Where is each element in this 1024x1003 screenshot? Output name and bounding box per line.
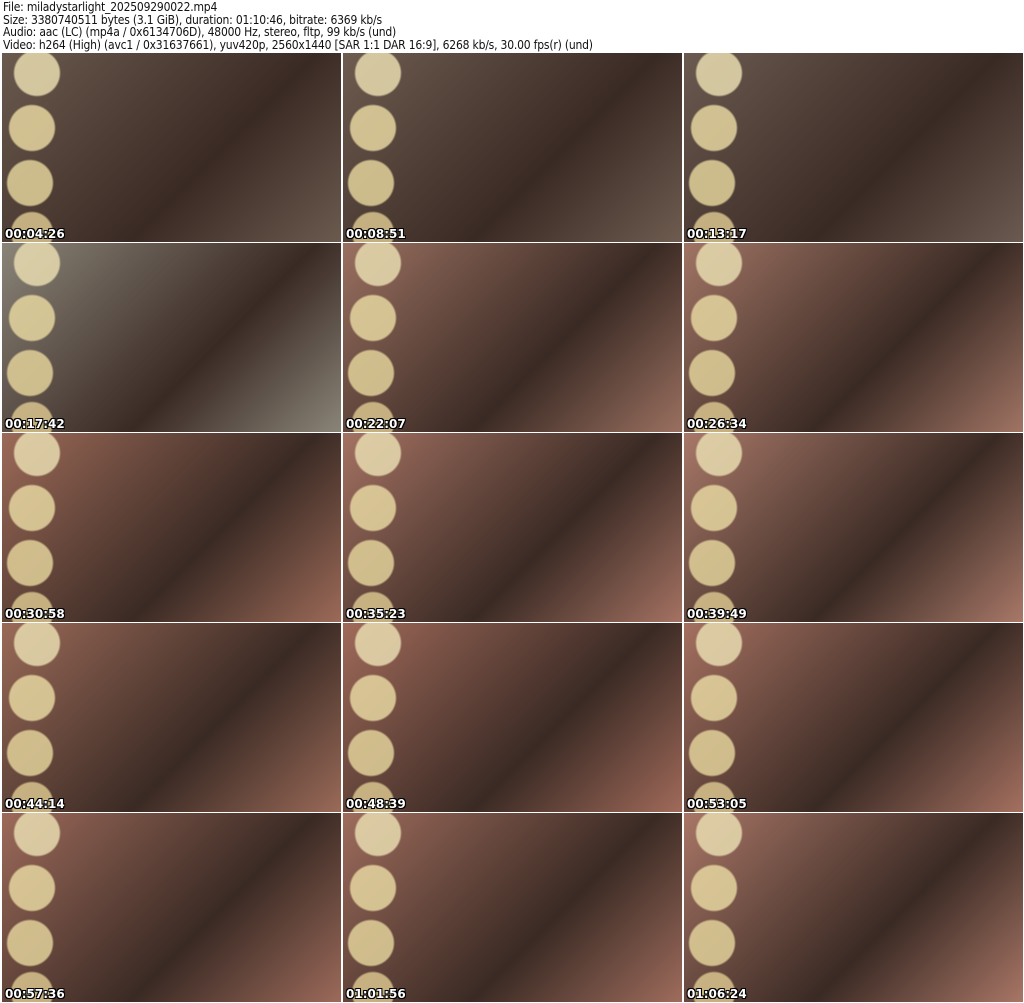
timestamp: 00:04:26 [5,227,65,241]
video-thumbnail[interactable]: 00:35:23 [343,433,682,622]
bokeh-lights [684,243,754,432]
bokeh-lights [2,623,72,812]
bokeh-lights [343,813,413,1002]
timestamp: 00:35:23 [346,607,406,621]
timestamp: 00:26:34 [687,417,747,431]
timestamp: 00:30:58 [5,607,65,621]
video-thumbnail[interactable]: 00:53:05 [684,623,1023,812]
bokeh-lights [2,433,72,622]
timestamp: 00:48:39 [346,797,406,811]
timestamp: 00:08:51 [346,227,406,241]
video-thumbnail[interactable]: 00:30:58 [2,433,341,622]
bokeh-lights [684,813,754,1002]
video-thumbnail[interactable]: 00:22:07 [343,243,682,432]
video-thumbnail[interactable]: 00:08:51 [343,53,682,242]
video-thumbnail[interactable]: 00:44:14 [2,623,341,812]
video-thumbnail[interactable]: 00:39:49 [684,433,1023,622]
bokeh-lights [684,433,754,622]
video-info: Video: h264 (High) (avc1 / 0x31637661), … [3,37,593,52]
bokeh-lights [343,53,413,242]
video-thumbnail[interactable]: 00:17:42 [2,243,341,432]
timestamp: 00:13:17 [687,227,747,241]
timestamp: 00:17:42 [5,417,65,431]
timestamp: 01:06:24 [687,987,747,1001]
timestamp: 00:39:49 [687,607,747,621]
timestamp: 00:22:07 [346,417,406,431]
timestamp: 00:53:05 [687,797,747,811]
bokeh-lights [343,243,413,432]
video-thumbnail[interactable]: 00:48:39 [343,623,682,812]
video-thumbnail[interactable]: 00:13:17 [684,53,1023,242]
bokeh-lights [2,813,72,1002]
video-thumbnail[interactable]: 01:01:56 [343,813,682,1002]
timestamp: 00:57:36 [5,987,65,1001]
video-thumbnail[interactable]: 00:04:26 [2,53,341,242]
timestamp: 01:01:56 [346,987,406,1001]
file-name: File: miladystarlight_202509290022.mp4 [3,0,218,14]
thumbnail-grid: 00:04:26 00:08:51 00:13:17 00:17:42 00:22:07… [2,53,1023,1002]
video-thumbnail[interactable]: 00:26:34 [684,243,1023,432]
bokeh-lights [343,433,413,622]
video-thumbnail[interactable]: 00:57:36 [2,813,341,1002]
bokeh-lights [684,623,754,812]
bokeh-lights [2,53,72,242]
video-thumbnail[interactable]: 01:06:24 [684,813,1023,1002]
bokeh-lights [2,243,72,432]
timestamp: 00:44:14 [5,797,65,811]
bokeh-lights [684,53,754,242]
bokeh-lights [343,623,413,812]
file-info-header: File: miladystarlight_202509290022.mp4 S… [3,1,593,51]
audio-info: Audio: aac (LC) (mp4a / 0x6134706D), 480… [3,25,397,39]
